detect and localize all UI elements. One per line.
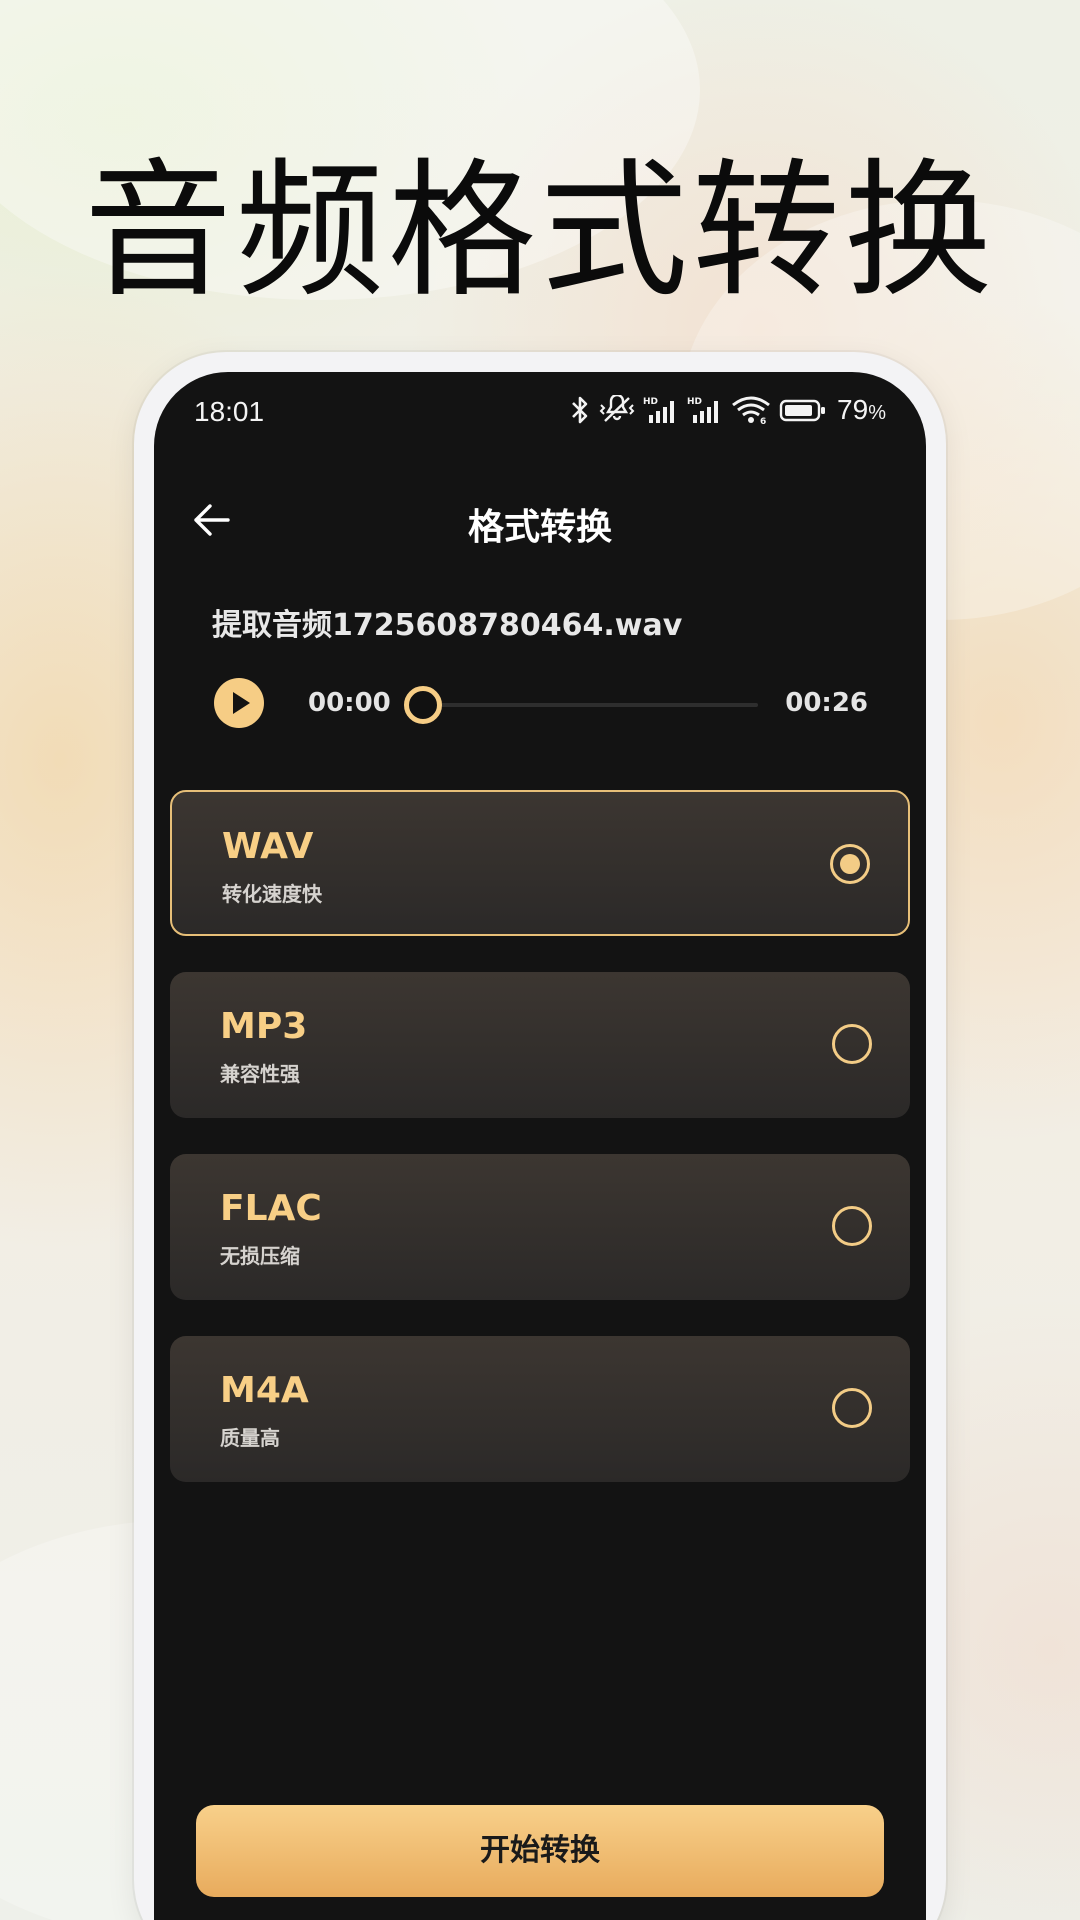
battery-percent: 79%: [837, 394, 886, 426]
battery-percent-value: 79: [837, 394, 869, 425]
format-option-wav[interactable]: WAV 转化速度快: [170, 790, 910, 936]
audio-player: 00:00 00:26: [154, 674, 926, 734]
radio-button[interactable]: [832, 1388, 872, 1428]
format-option-mp3[interactable]: MP3 兼容性强: [170, 972, 910, 1118]
play-button[interactable]: [214, 678, 264, 728]
status-icons: HD HD 6 79%: [569, 394, 886, 426]
hd-signal-icon: HD: [687, 397, 719, 423]
svg-text:HD: HD: [687, 397, 702, 407]
phone-screen: 18:01 HD HD 6 79% 格式转换 提取音频1725608780464…: [154, 372, 926, 1920]
format-name: FLAC: [220, 1188, 322, 1229]
promo-headline: 音频格式转换: [84, 145, 996, 317]
page-title: 格式转换: [467, 507, 612, 548]
progress-thumb[interactable]: [404, 686, 442, 724]
radio-button[interactable]: [832, 1206, 872, 1246]
hd-signal-icon: HD: [643, 397, 675, 423]
radio-button[interactable]: [832, 1024, 872, 1064]
format-name: M4A: [220, 1370, 309, 1411]
status-bar: 18:01 HD HD 6 79%: [154, 372, 926, 454]
svg-text:6: 6: [760, 417, 766, 425]
battery-percent-symbol: %: [868, 402, 886, 424]
format-description: 无损压缩: [220, 1244, 300, 1268]
svg-text:HD: HD: [643, 397, 658, 407]
format-option-m4a[interactable]: M4A 质量高: [170, 1336, 910, 1482]
mute-vibrate-icon: [599, 395, 635, 422]
format-description: 转化速度快: [222, 882, 322, 906]
format-name: WAV: [222, 826, 314, 867]
total-time: 00:26: [785, 688, 868, 718]
battery-icon: [779, 399, 826, 422]
start-convert-button[interactable]: 开始转换: [196, 1805, 884, 1897]
play-icon: [233, 692, 250, 714]
format-list: WAV 转化速度快 MP3 兼容性强 FLAC 无损压缩 M4A 质量高: [170, 790, 910, 1518]
radio-selected-dot: [840, 854, 860, 874]
file-name: 提取音频1725608780464.wav: [212, 608, 683, 643]
radio-button[interactable]: [830, 844, 870, 884]
nav-bar: 格式转换: [154, 472, 926, 568]
format-option-flac[interactable]: FLAC 无损压缩: [170, 1154, 910, 1300]
bluetooth-icon: [572, 396, 588, 424]
progress-track[interactable]: [422, 703, 758, 707]
current-time: 00:00: [308, 688, 391, 718]
wifi-icon: 6: [732, 396, 770, 425]
format-description: 质量高: [220, 1426, 280, 1450]
format-name: MP3: [220, 1006, 308, 1047]
status-time: 18:01: [194, 396, 265, 427]
format-description: 兼容性强: [220, 1062, 300, 1086]
